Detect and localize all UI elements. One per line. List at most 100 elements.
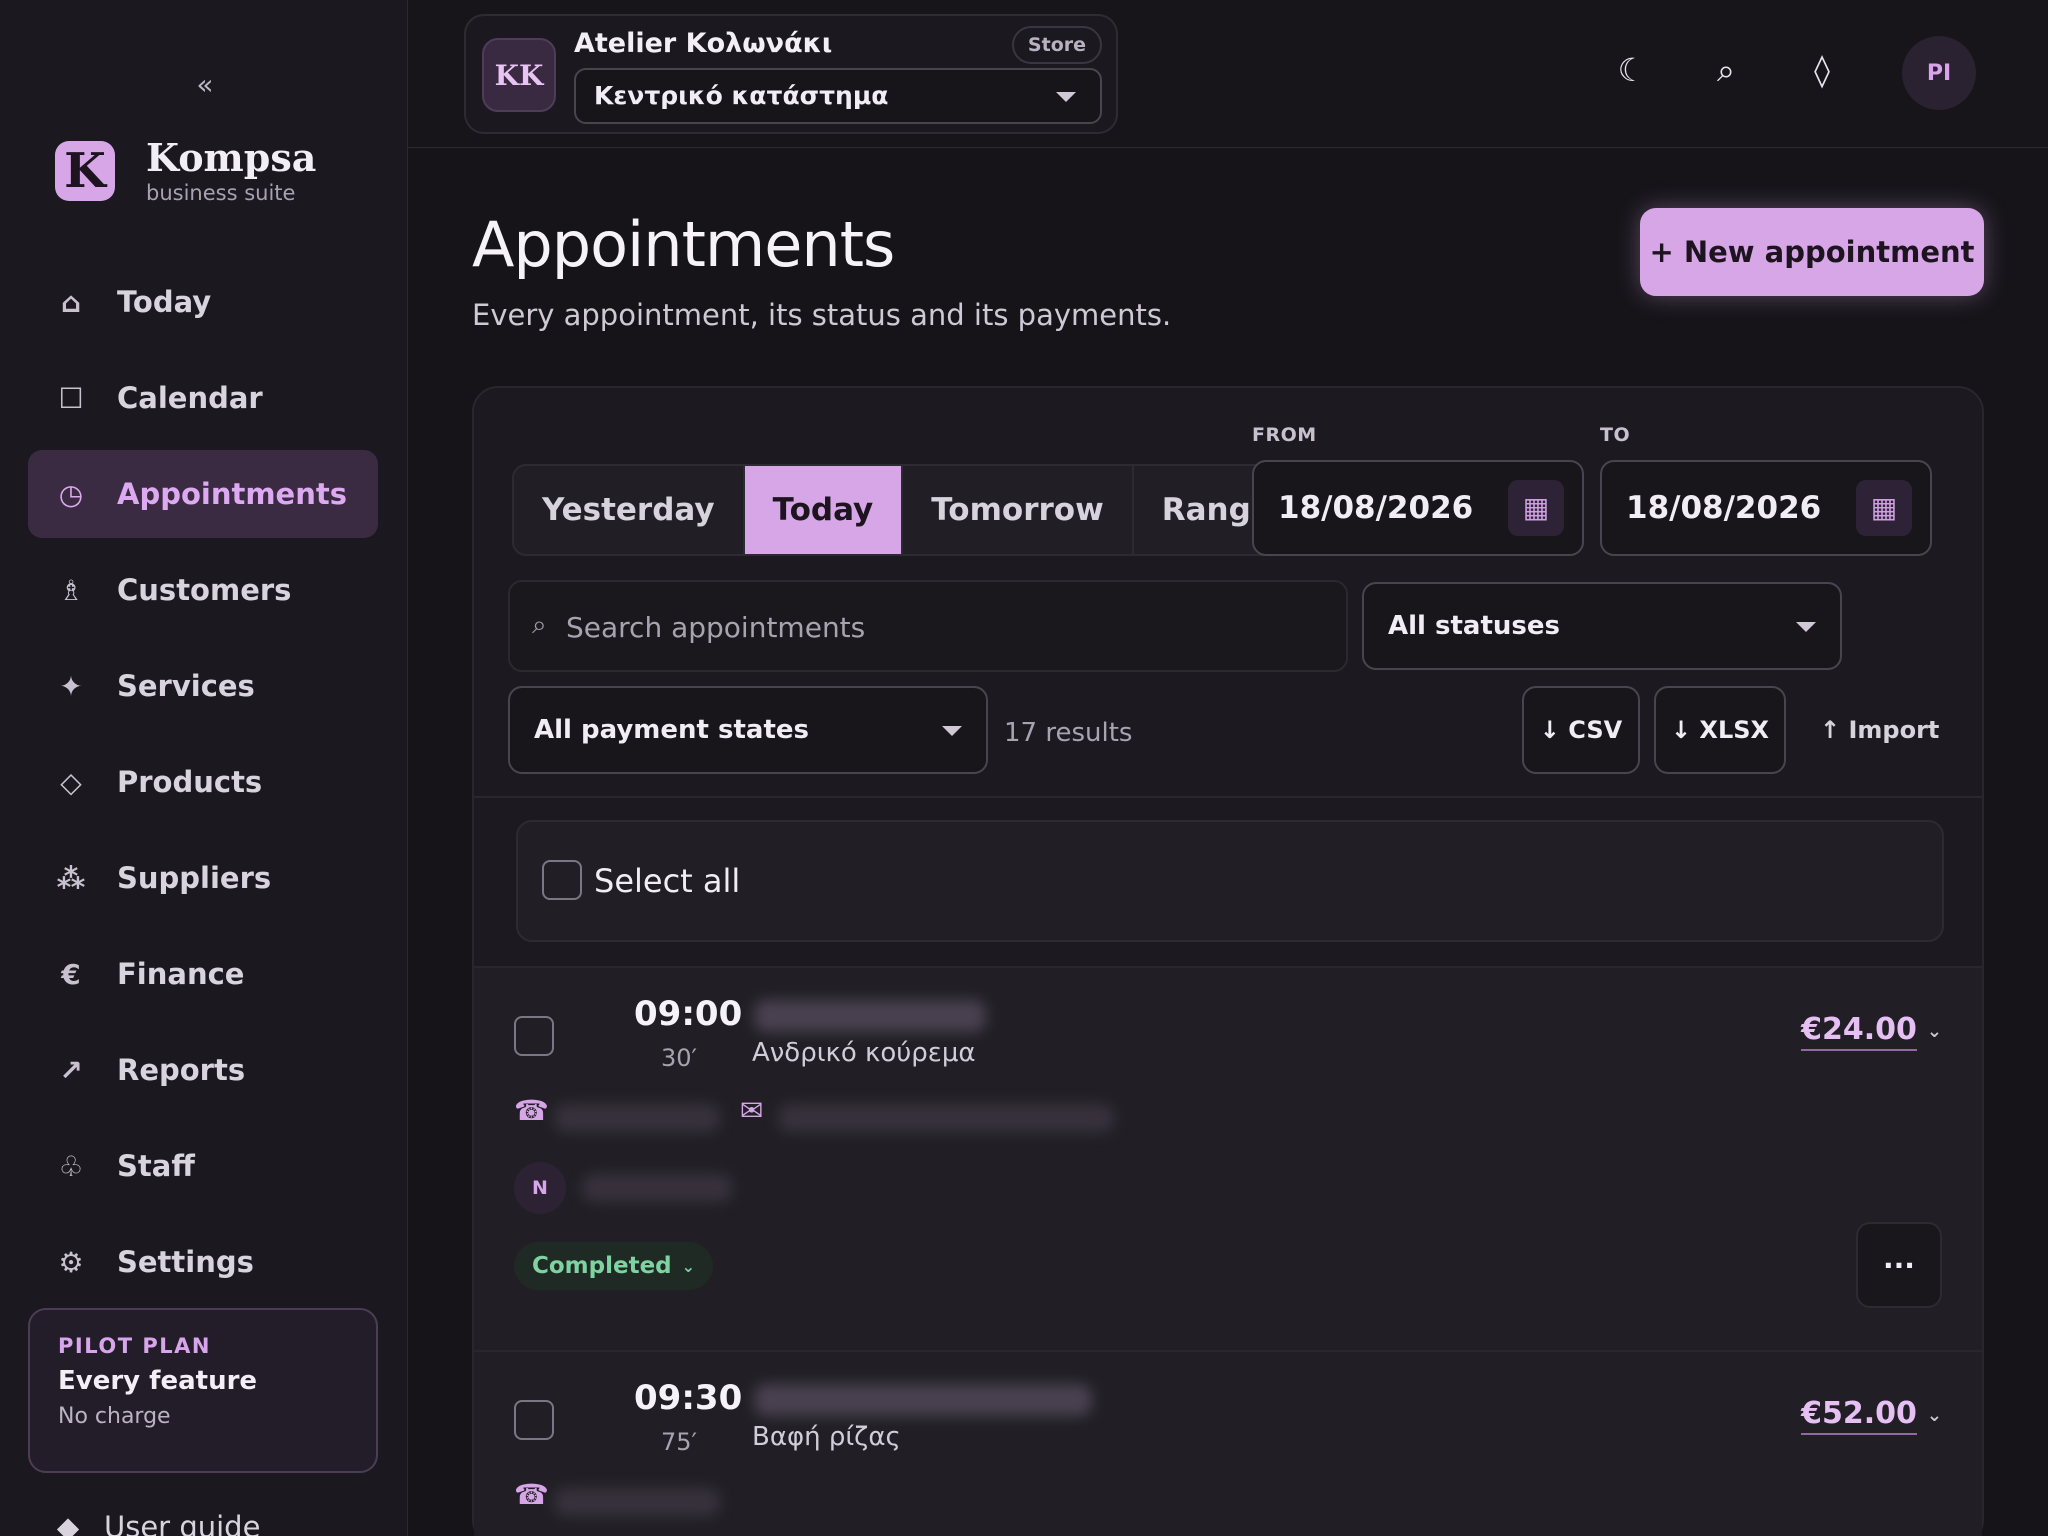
store-switcher: KK Atelier Κολωνάκι Store Κεντρικό κατάσ… xyxy=(464,14,1118,134)
sidebar-item-label: Suppliers xyxy=(117,861,272,895)
new-appointment-button[interactable]: + New appointment xyxy=(1640,208,1984,296)
price-value: €24.00 xyxy=(1801,1012,1917,1051)
chevron-down-icon: ⌄ xyxy=(681,1256,696,1276)
customer-name-redacted xyxy=(754,1000,986,1032)
search-input[interactable] xyxy=(566,602,1326,652)
brand[interactable]: K Kompsa business suite xyxy=(55,137,316,205)
import-button[interactable]: ↑ Import xyxy=(1820,702,1939,758)
status-badge[interactable]: Completed ⌄ xyxy=(514,1242,714,1290)
sidebar-item-finance[interactable]: € Finance xyxy=(28,930,378,1018)
sidebar-item-label: Products xyxy=(117,765,263,799)
page-subtitle: Every appointment, its status and its pa… xyxy=(472,298,1172,332)
sidebar-nav: ⌂ Today ☐ Calendar ◷ Appointments ♗ Cust… xyxy=(28,258,378,1314)
mail-icon: ✉ xyxy=(740,1094,764,1127)
select-all-bar: Select all xyxy=(516,820,1944,942)
appointments-panel: Yesterday Today Tomorrow Range FROM 18/0… xyxy=(472,386,1984,1536)
calendar-icon: ☐ xyxy=(58,381,84,415)
trend-arrow-icon: ↗ xyxy=(59,1053,83,1087)
tab-today[interactable]: Today xyxy=(744,466,904,554)
plan-card: PILOT PLAN Every feature No charge xyxy=(28,1308,378,1473)
brand-logo-icon: K xyxy=(55,141,115,201)
appointment-time: 09:30 xyxy=(634,1378,743,1418)
sidebar-item-label: Services xyxy=(117,669,255,703)
sidebar-item-settings[interactable]: ⚙ Settings xyxy=(28,1218,378,1306)
row-checkbox[interactable] xyxy=(514,1400,554,1440)
sidebar-item-today[interactable]: ⌂ Today xyxy=(28,258,378,346)
chevron-down-icon xyxy=(1056,92,1076,102)
select-all-checkbox[interactable] xyxy=(542,860,582,900)
sidebar-item-customers[interactable]: ♗ Customers xyxy=(28,546,378,634)
sidebar-item-label: Appointments xyxy=(117,477,347,511)
to-date-field[interactable]: 18/08/2026 ▦ xyxy=(1600,460,1932,556)
sidebar-item-label: Finance xyxy=(117,957,245,991)
tab-tomorrow[interactable]: Tomorrow xyxy=(903,466,1134,554)
sidebar-item-label: User guide xyxy=(104,1510,261,1536)
sidebar-item-user-guide[interactable]: ◆ User guide xyxy=(50,1510,261,1536)
results-count: 17 results xyxy=(1004,718,1133,748)
appointment-price[interactable]: €52.00 ⌄ xyxy=(1801,1396,1942,1435)
from-date-label: FROM xyxy=(1252,424,1317,446)
appointment-row[interactable]: 09:00 30′ Ανδρικό κούρεμα €24.00 ⌄ ☎ ✉ N… xyxy=(474,966,1982,1352)
appointment-service: Βαφή ρίζας xyxy=(752,1422,901,1452)
diamond-icon: ◇ xyxy=(60,765,82,799)
status-select[interactable]: All statuses xyxy=(1362,582,1842,670)
sidebar-item-services[interactable]: ✦ Services xyxy=(28,642,378,730)
sparkle-icon: ✦ xyxy=(59,669,83,703)
sidebar-item-label: Reports xyxy=(117,1053,246,1087)
sidebar: « K Kompsa business suite ⌂ Today ☐ Cale… xyxy=(0,0,408,1536)
export-csv-button[interactable]: ↓ CSV xyxy=(1522,686,1640,774)
search-icon[interactable]: ⌕ xyxy=(1704,48,1748,92)
euro-icon: € xyxy=(61,957,81,991)
sidebar-item-reports[interactable]: ↗ Reports xyxy=(28,1026,378,1114)
appointment-duration: 75′ xyxy=(661,1428,697,1456)
search-box: ⌕ xyxy=(508,580,1348,672)
calendar-icon[interactable]: ▦ xyxy=(1856,480,1912,536)
sidebar-item-products[interactable]: ◇ Products xyxy=(28,738,378,826)
home-icon: ⌂ xyxy=(60,285,82,319)
guide-icon: ◆ xyxy=(56,1510,80,1536)
store-location-value: Κεντρικό κατάστημα xyxy=(594,81,889,110)
more-options-button[interactable]: ··· xyxy=(1856,1222,1942,1308)
customer-name-redacted xyxy=(754,1384,1092,1416)
row-checkbox[interactable] xyxy=(514,1016,554,1056)
gear-icon: ⚙ xyxy=(58,1245,84,1279)
store-location-select[interactable]: Κεντρικό κατάστημα xyxy=(574,68,1102,124)
from-date-field[interactable]: 18/08/2026 ▦ xyxy=(1252,460,1584,556)
staff-avatar: N xyxy=(514,1162,566,1214)
chevron-down-icon xyxy=(1796,622,1816,632)
day-range-tabs: Yesterday Today Tomorrow Range xyxy=(512,464,1302,556)
appointment-time: 09:00 xyxy=(634,994,743,1034)
appointment-row[interactable]: 09:30 75′ Βαφή ρίζας €52.00 ⌄ ☎ xyxy=(474,1350,1982,1536)
diamond-icon[interactable]: ◊ xyxy=(1800,48,1844,92)
sidebar-item-appointments[interactable]: ◷ Appointments xyxy=(28,450,378,538)
plan-subtitle: No charge xyxy=(58,1404,171,1429)
dots-icon: ⁂ xyxy=(56,861,86,895)
sidebar-item-label: Calendar xyxy=(117,381,263,415)
sidebar-item-staff[interactable]: ♧ Staff xyxy=(28,1122,378,1210)
payment-state-select[interactable]: All payment states xyxy=(508,686,988,774)
user-avatar[interactable]: PI xyxy=(1902,36,1976,110)
appointment-price[interactable]: €24.00 ⌄ xyxy=(1801,1012,1942,1051)
store-avatar: KK xyxy=(482,38,556,112)
brand-name: Kompsa xyxy=(146,135,317,180)
from-date-value: 18/08/2026 xyxy=(1278,490,1474,526)
export-xlsx-button[interactable]: ↓ XLSX xyxy=(1654,686,1786,774)
sidebar-item-suppliers[interactable]: ⁂ Suppliers xyxy=(28,834,378,922)
store-badge: Store xyxy=(1011,26,1102,64)
appointment-service: Ανδρικό κούρεμα xyxy=(752,1038,976,1068)
theme-toggle-icon[interactable]: ☾ xyxy=(1610,48,1654,92)
to-date-value: 18/08/2026 xyxy=(1626,490,1822,526)
sidebar-item-calendar[interactable]: ☐ Calendar xyxy=(28,354,378,442)
sidebar-item-label: Customers xyxy=(117,573,292,607)
calendar-icon[interactable]: ▦ xyxy=(1508,480,1564,536)
sidebar-item-label: Settings xyxy=(117,1245,254,1279)
staff-icon: ♧ xyxy=(58,1149,84,1183)
appointment-duration: 30′ xyxy=(661,1044,697,1072)
chevron-down-icon xyxy=(942,726,962,736)
person-icon: ♗ xyxy=(58,573,84,607)
status-label: Completed xyxy=(532,1253,672,1279)
topbar: KK Atelier Κολωνάκι Store Κεντρικό κατάσ… xyxy=(408,0,2048,148)
collapse-sidebar-button[interactable]: « xyxy=(190,70,220,100)
to-date-label: TO xyxy=(1600,424,1631,446)
tab-yesterday[interactable]: Yesterday xyxy=(514,466,745,554)
